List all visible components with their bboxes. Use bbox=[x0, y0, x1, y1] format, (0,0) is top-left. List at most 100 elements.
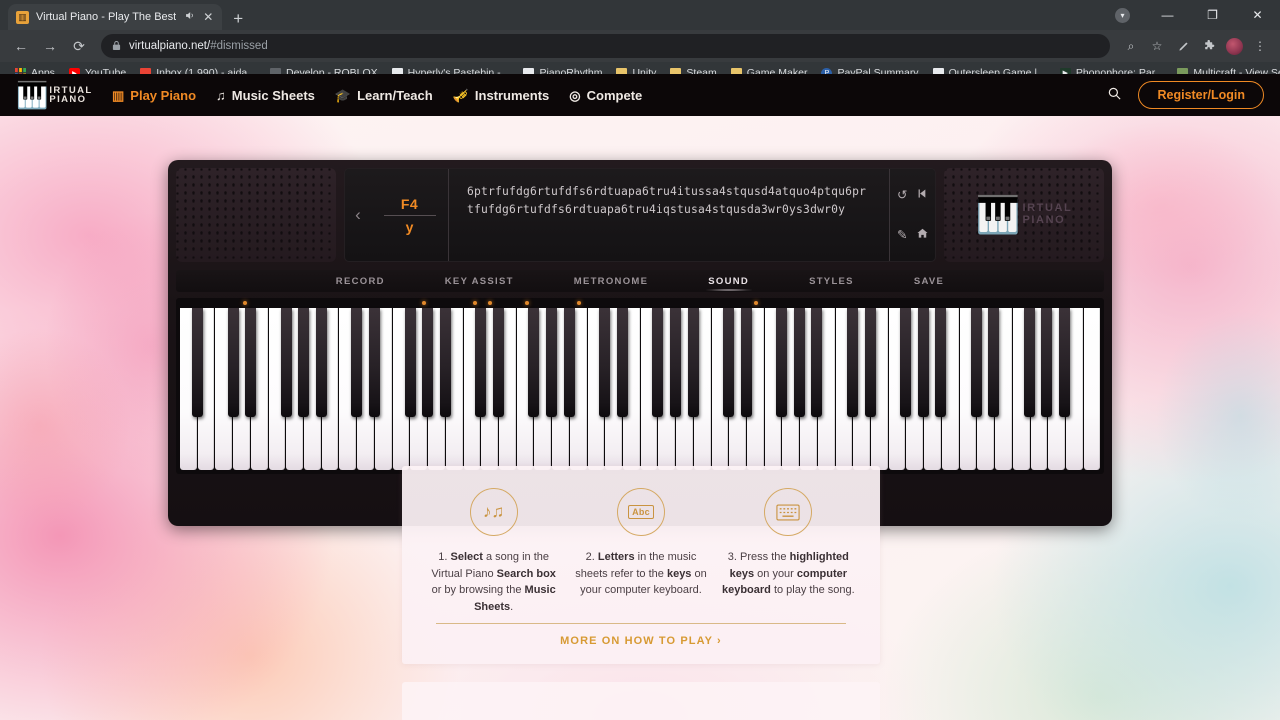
key-highlight-dot bbox=[488, 301, 493, 305]
piano-black-key[interactable] bbox=[722, 308, 734, 418]
site-navbar: 🎹 IRTUAL PIANO ▥ Play Piano ♫ Music Sheets 🎓… bbox=[0, 74, 1280, 116]
piano-black-key[interactable] bbox=[899, 308, 911, 418]
piano-black-key[interactable] bbox=[492, 308, 504, 418]
browser-window: ▥ Virtual Piano - Play The Best ✕ + ▾ — … bbox=[0, 0, 1280, 720]
nav-link-play-piano[interactable]: ▥ Play Piano bbox=[112, 88, 196, 103]
close-window-button[interactable]: ✕ bbox=[1235, 0, 1280, 30]
piano-black-key[interactable] bbox=[369, 308, 381, 418]
more-label: MORE ON HOW TO PLAY bbox=[560, 635, 713, 647]
chevron-right-icon: › bbox=[717, 635, 722, 647]
piano-black-key[interactable] bbox=[280, 308, 292, 418]
browser-tab[interactable]: ▥ Virtual Piano - Play The Best ✕ bbox=[8, 4, 223, 30]
piano-black-key[interactable] bbox=[669, 308, 681, 418]
zoom-icon[interactable]: ⌕ bbox=[1119, 34, 1143, 58]
piano-black-key[interactable] bbox=[1059, 308, 1071, 418]
piano-black-key[interactable] bbox=[404, 308, 416, 418]
piano-tab-save[interactable]: SAVE bbox=[884, 276, 974, 287]
piano-black-key[interactable] bbox=[935, 308, 947, 418]
piano-black-key[interactable] bbox=[316, 308, 328, 418]
music-sheet-text[interactable]: 6ptrfufdg6rtufdfs6rdtuapa6tru4itussa4stq… bbox=[449, 169, 889, 261]
back-icon[interactable]: ← bbox=[8, 33, 34, 59]
forward-icon[interactable]: → bbox=[37, 33, 63, 59]
toolbar-icons: ⌕ ☆ ⋮ bbox=[1119, 34, 1272, 58]
profile-pill-button[interactable]: ▾ bbox=[1100, 0, 1145, 30]
piano-black-key[interactable] bbox=[475, 308, 487, 418]
browser-menu-icon[interactable]: ⋮ bbox=[1248, 34, 1272, 58]
sheet-line-2: tfufdg6rtufdfs6rdtuapa6tru4iqstusa4stqus… bbox=[467, 202, 846, 216]
register-login-button[interactable]: Register/Login bbox=[1138, 81, 1264, 109]
piano-black-key[interactable] bbox=[970, 308, 982, 418]
logo-line-2: PIANO bbox=[49, 94, 87, 105]
tab-audio-icon[interactable] bbox=[183, 10, 195, 24]
piano-black-key[interactable] bbox=[793, 308, 805, 418]
key-highlight-dot bbox=[421, 301, 426, 305]
site-logo[interactable]: 🎹 IRTUAL PIANO bbox=[16, 80, 94, 110]
piano-black-key[interactable] bbox=[245, 308, 257, 418]
browser-toolbar: ← → ⟳ virtualpiano.net/#dismissed ⌕ ☆ ⋮ bbox=[0, 30, 1280, 62]
next-section-card bbox=[402, 682, 880, 720]
profile-avatar[interactable] bbox=[1226, 37, 1243, 55]
how-to-steps: ♪♫ 1. Select a song in the Virtual Piano … bbox=[420, 488, 862, 615]
piano-black-key[interactable] bbox=[546, 308, 558, 418]
nav-link-label: Compete bbox=[586, 87, 643, 103]
piano-black-key[interactable] bbox=[192, 308, 204, 418]
skip-back-icon[interactable] bbox=[916, 187, 929, 203]
piano-black-key[interactable] bbox=[1023, 308, 1035, 418]
piano-black-key[interactable] bbox=[846, 308, 858, 418]
piano-tab-sound[interactable]: SOUND bbox=[678, 276, 779, 287]
nav-link-compete[interactable]: ◎ Compete bbox=[569, 88, 642, 103]
nav-link-music-sheets[interactable]: ♫ Music Sheets bbox=[216, 88, 315, 103]
piano-black-key[interactable] bbox=[776, 308, 788, 418]
minimize-button[interactable]: — bbox=[1145, 0, 1190, 30]
piano-black-key[interactable] bbox=[439, 308, 451, 418]
edit-pencil-icon[interactable]: ✎ bbox=[897, 229, 907, 242]
piano-tab-key-assist[interactable]: KEY ASSIST bbox=[415, 276, 544, 287]
search-icon[interactable] bbox=[1107, 86, 1122, 105]
abc-label: Abc bbox=[628, 505, 654, 519]
piano-black-key[interactable] bbox=[528, 308, 540, 418]
piano-black-key[interactable] bbox=[298, 308, 310, 418]
piano-black-key[interactable] bbox=[599, 308, 611, 418]
how-to-step-text: 1. Select a song in the Virtual Piano Se… bbox=[431, 551, 556, 613]
piano-tab-styles[interactable]: STYLES bbox=[779, 276, 884, 287]
piano-tab-record[interactable]: RECORD bbox=[306, 276, 415, 287]
more-on-how-to-play-link[interactable]: MORE ON HOW TO PLAY › bbox=[420, 624, 862, 647]
display-controls: ↺ ✎ bbox=[889, 169, 935, 261]
address-bar[interactable]: virtualpiano.net/#dismissed bbox=[101, 34, 1110, 58]
nav-link-learn-teach[interactable]: 🎓 Learn/Teach bbox=[335, 88, 433, 103]
reload-icon[interactable]: ⟳ bbox=[66, 33, 92, 59]
music-notes-icon: ♫ bbox=[216, 87, 226, 103]
key-highlight-dot bbox=[243, 301, 248, 305]
loop-icon[interactable]: ↺ bbox=[897, 189, 907, 202]
current-note-indicator: F4 y bbox=[371, 169, 449, 261]
piano-black-key[interactable] bbox=[1041, 308, 1053, 418]
piano-black-key[interactable] bbox=[917, 308, 929, 418]
extensions-puzzle-icon[interactable] bbox=[1197, 34, 1221, 58]
piano-tab-metronome[interactable]: METRONOME bbox=[544, 276, 679, 287]
maximize-button[interactable]: ❐ bbox=[1190, 0, 1235, 30]
piano-black-key[interactable] bbox=[563, 308, 575, 418]
piano-black-key[interactable] bbox=[811, 308, 823, 418]
new-tab-button[interactable]: + bbox=[233, 10, 243, 27]
piano-black-key[interactable] bbox=[687, 308, 699, 418]
piano-black-key[interactable] bbox=[988, 308, 1000, 418]
previous-sheet-button[interactable]: ‹ bbox=[345, 169, 371, 261]
piano-black-key[interactable] bbox=[351, 308, 363, 418]
piano-black-key[interactable] bbox=[864, 308, 876, 418]
bookmark-star-icon[interactable]: ☆ bbox=[1145, 34, 1169, 58]
piano-black-key[interactable] bbox=[652, 308, 664, 418]
highlighted-key-dots bbox=[180, 299, 1100, 308]
piano-top-panel: ‹ F4 y 6ptrfufdg6rtufdfs6rdtuapa6tru4itu… bbox=[176, 168, 1104, 262]
pen-icon[interactable] bbox=[1171, 34, 1195, 58]
home-icon[interactable] bbox=[916, 227, 929, 243]
tab-strip: ▥ Virtual Piano - Play The Best ✕ + ▾ — … bbox=[0, 0, 1280, 30]
piano-black-key[interactable] bbox=[422, 308, 434, 418]
nav-link-instruments[interactable]: 🎺 Instruments bbox=[453, 88, 550, 103]
piano-black-key[interactable] bbox=[740, 308, 752, 418]
graduation-icon: 🎓 bbox=[334, 87, 352, 103]
page-content: 🎹 IRTUAL PIANO ▥ Play Piano ♫ Music Sheets 🎓… bbox=[0, 74, 1280, 720]
tab-close-icon[interactable]: ✕ bbox=[202, 10, 214, 24]
piano-black-key[interactable] bbox=[227, 308, 239, 418]
piano-black-key[interactable] bbox=[616, 308, 628, 418]
abc-letters-icon: Abc bbox=[616, 488, 665, 536]
